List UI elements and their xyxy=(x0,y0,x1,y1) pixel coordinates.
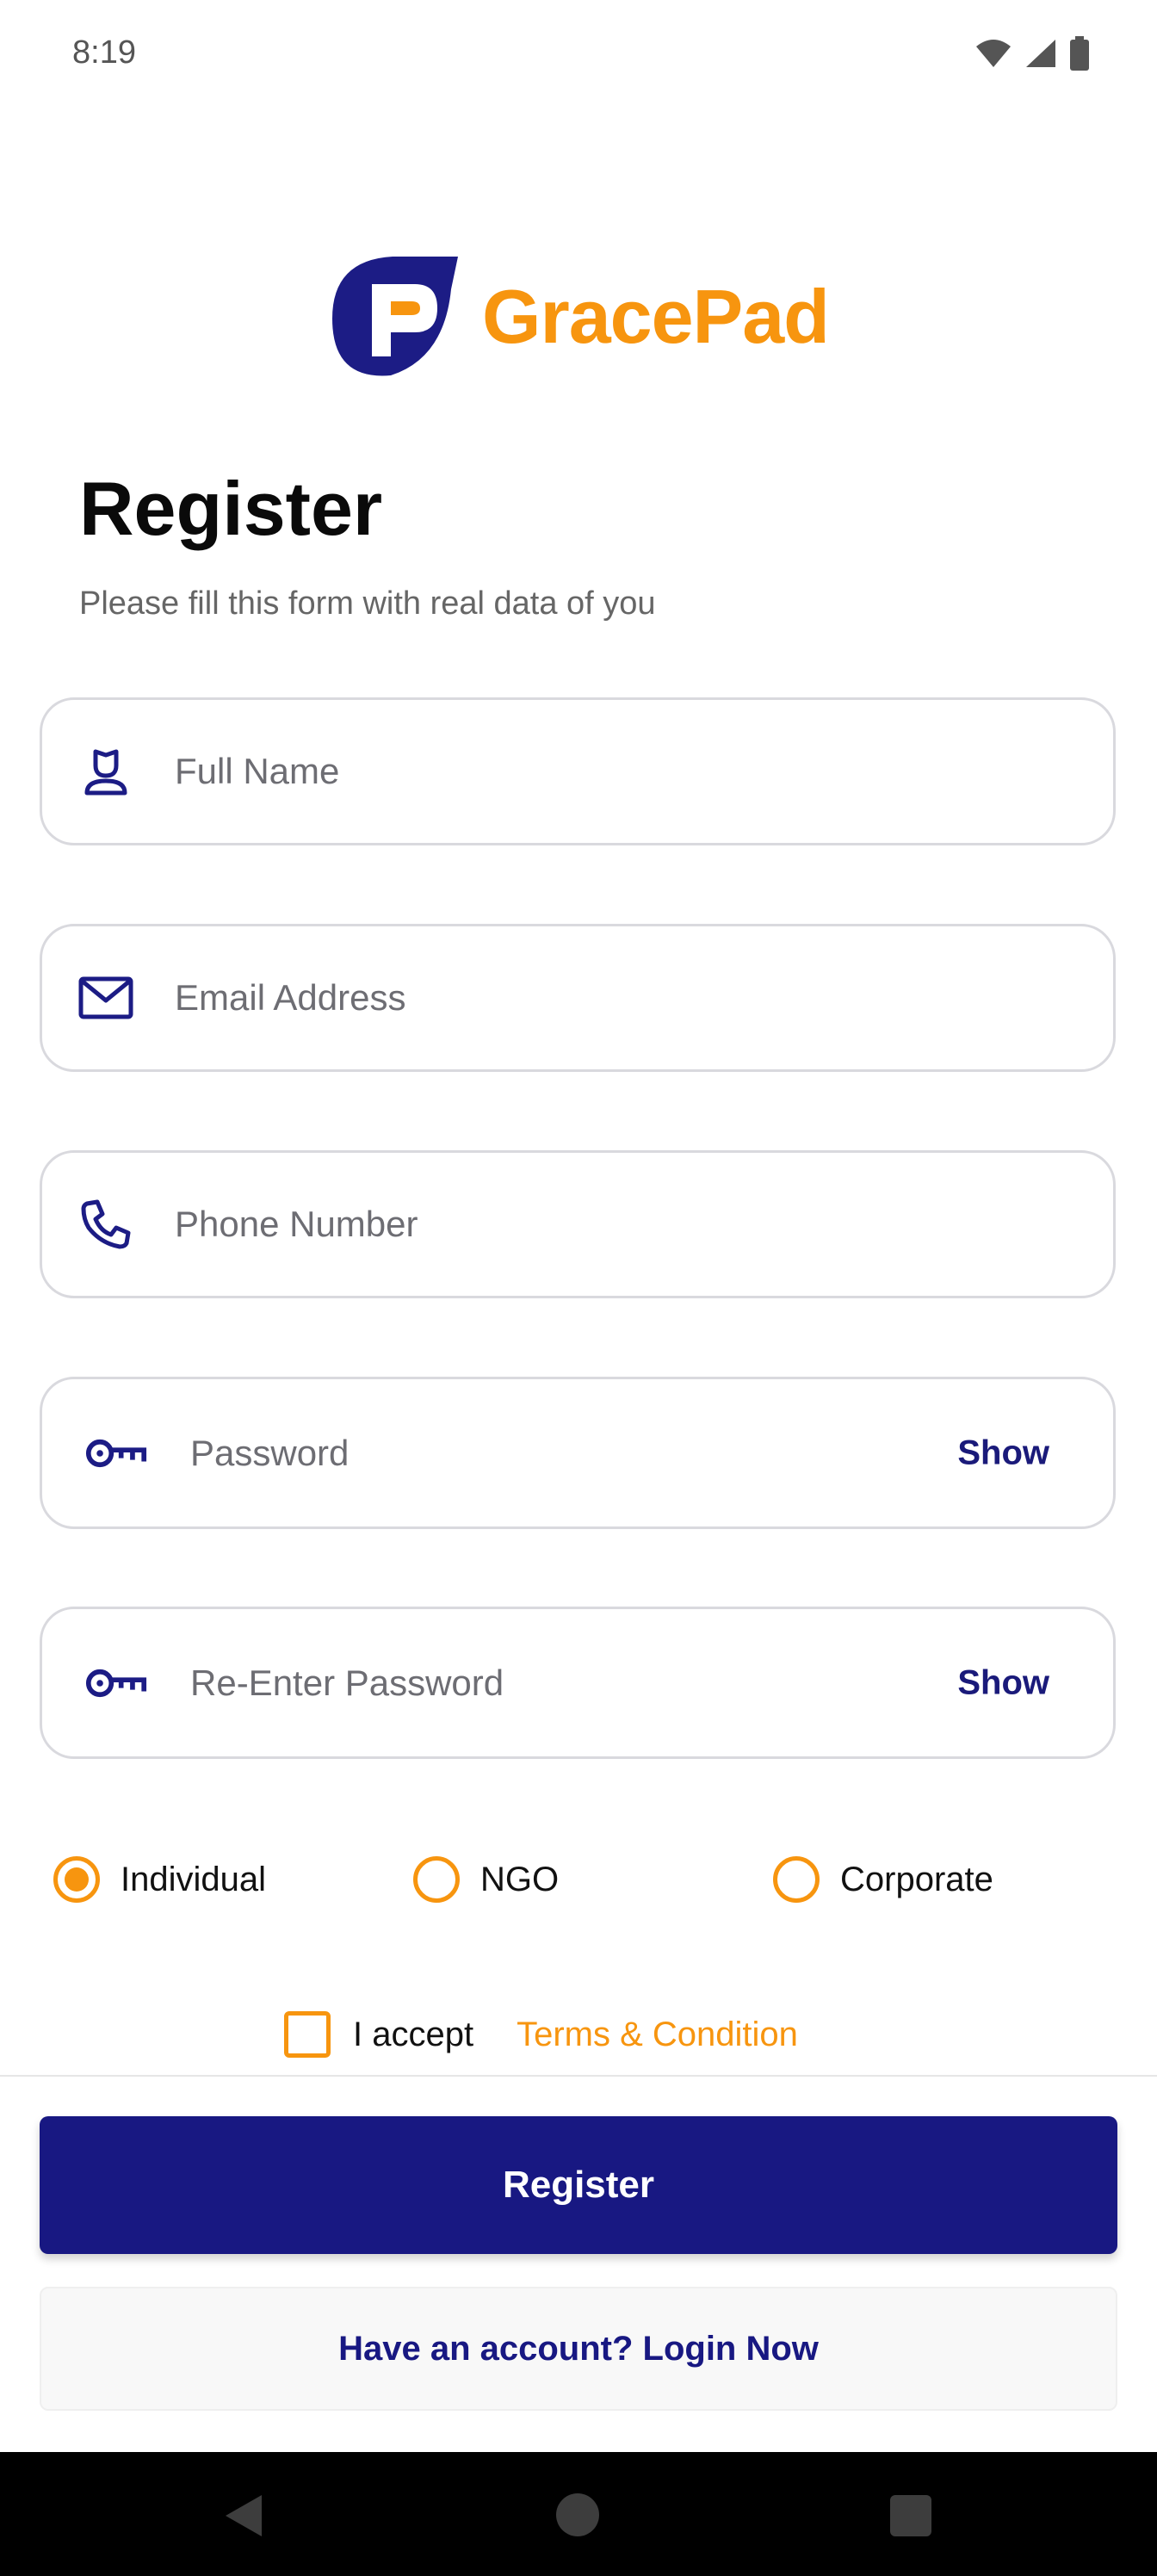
radio-ngo-label: NGO xyxy=(480,1860,560,1898)
gracepad-logo-icon xyxy=(332,257,458,376)
terms-accept-label: I accept xyxy=(353,2015,474,2053)
key-icon xyxy=(85,1422,147,1484)
status-time: 8:19 xyxy=(72,34,136,71)
full-name-field[interactable]: Full Name xyxy=(40,697,1116,845)
battery-icon xyxy=(1070,36,1089,71)
full-name-placeholder: Full Name xyxy=(175,751,340,791)
radio-individual-circle xyxy=(53,1856,100,1903)
password-field[interactable]: Password Show xyxy=(40,1377,1116,1529)
mail-icon xyxy=(75,967,137,1029)
confirm-password-field[interactable]: Re-Enter Password Show xyxy=(40,1607,1116,1759)
radio-individual-label: Individual xyxy=(121,1860,267,1898)
radio-selected-dot xyxy=(65,1867,89,1892)
password-show-toggle[interactable]: Show xyxy=(957,1434,1049,1472)
status-icons xyxy=(974,36,1090,71)
account-type-group: Individual NGO Corporate xyxy=(0,1856,1157,1917)
phone-icon xyxy=(75,1193,137,1255)
recents-icon[interactable] xyxy=(890,2495,931,2536)
radio-corporate-circle xyxy=(773,1856,820,1903)
register-button[interactable]: Register xyxy=(40,2116,1117,2254)
phone-field[interactable]: Phone Number xyxy=(40,1150,1116,1298)
home-icon[interactable] xyxy=(556,2493,599,2536)
back-icon[interactable] xyxy=(222,2493,265,2538)
terms-link[interactable]: Terms & Condition xyxy=(517,2016,798,2054)
radio-ngo-circle xyxy=(413,1856,460,1903)
login-now-button[interactable]: Have an account? Login Now xyxy=(40,2287,1117,2411)
status-bar: 8:19 xyxy=(0,0,1157,112)
phone-placeholder: Phone Number xyxy=(175,1204,418,1244)
radio-corporate[interactable]: Corporate xyxy=(773,1856,993,1903)
password-placeholder: Password xyxy=(190,1432,350,1473)
confirm-password-placeholder: Re-Enter Password xyxy=(190,1662,504,1703)
divider xyxy=(0,2075,1157,2077)
terms-checkbox[interactable] xyxy=(284,2011,331,2058)
radio-ngo[interactable]: NGO xyxy=(413,1856,559,1903)
radio-corporate-label: Corporate xyxy=(840,1860,993,1898)
email-field[interactable]: Email Address xyxy=(40,924,1116,1072)
email-placeholder: Email Address xyxy=(175,977,406,1018)
key-icon xyxy=(85,1652,147,1714)
page-subtitle: Please fill this form with real data of … xyxy=(79,585,656,622)
person-icon xyxy=(75,740,137,802)
radio-individual[interactable]: Individual xyxy=(53,1856,266,1903)
page-title: Register xyxy=(79,466,383,551)
signal-icon xyxy=(1026,40,1055,67)
brand-name: GracePad xyxy=(482,274,830,359)
app-logo: GracePad xyxy=(331,255,864,379)
confirm-password-show-toggle[interactable]: Show xyxy=(957,1663,1049,1702)
wifi-icon xyxy=(976,40,1011,67)
terms-row: I accept Terms & Condition xyxy=(284,2011,798,2058)
